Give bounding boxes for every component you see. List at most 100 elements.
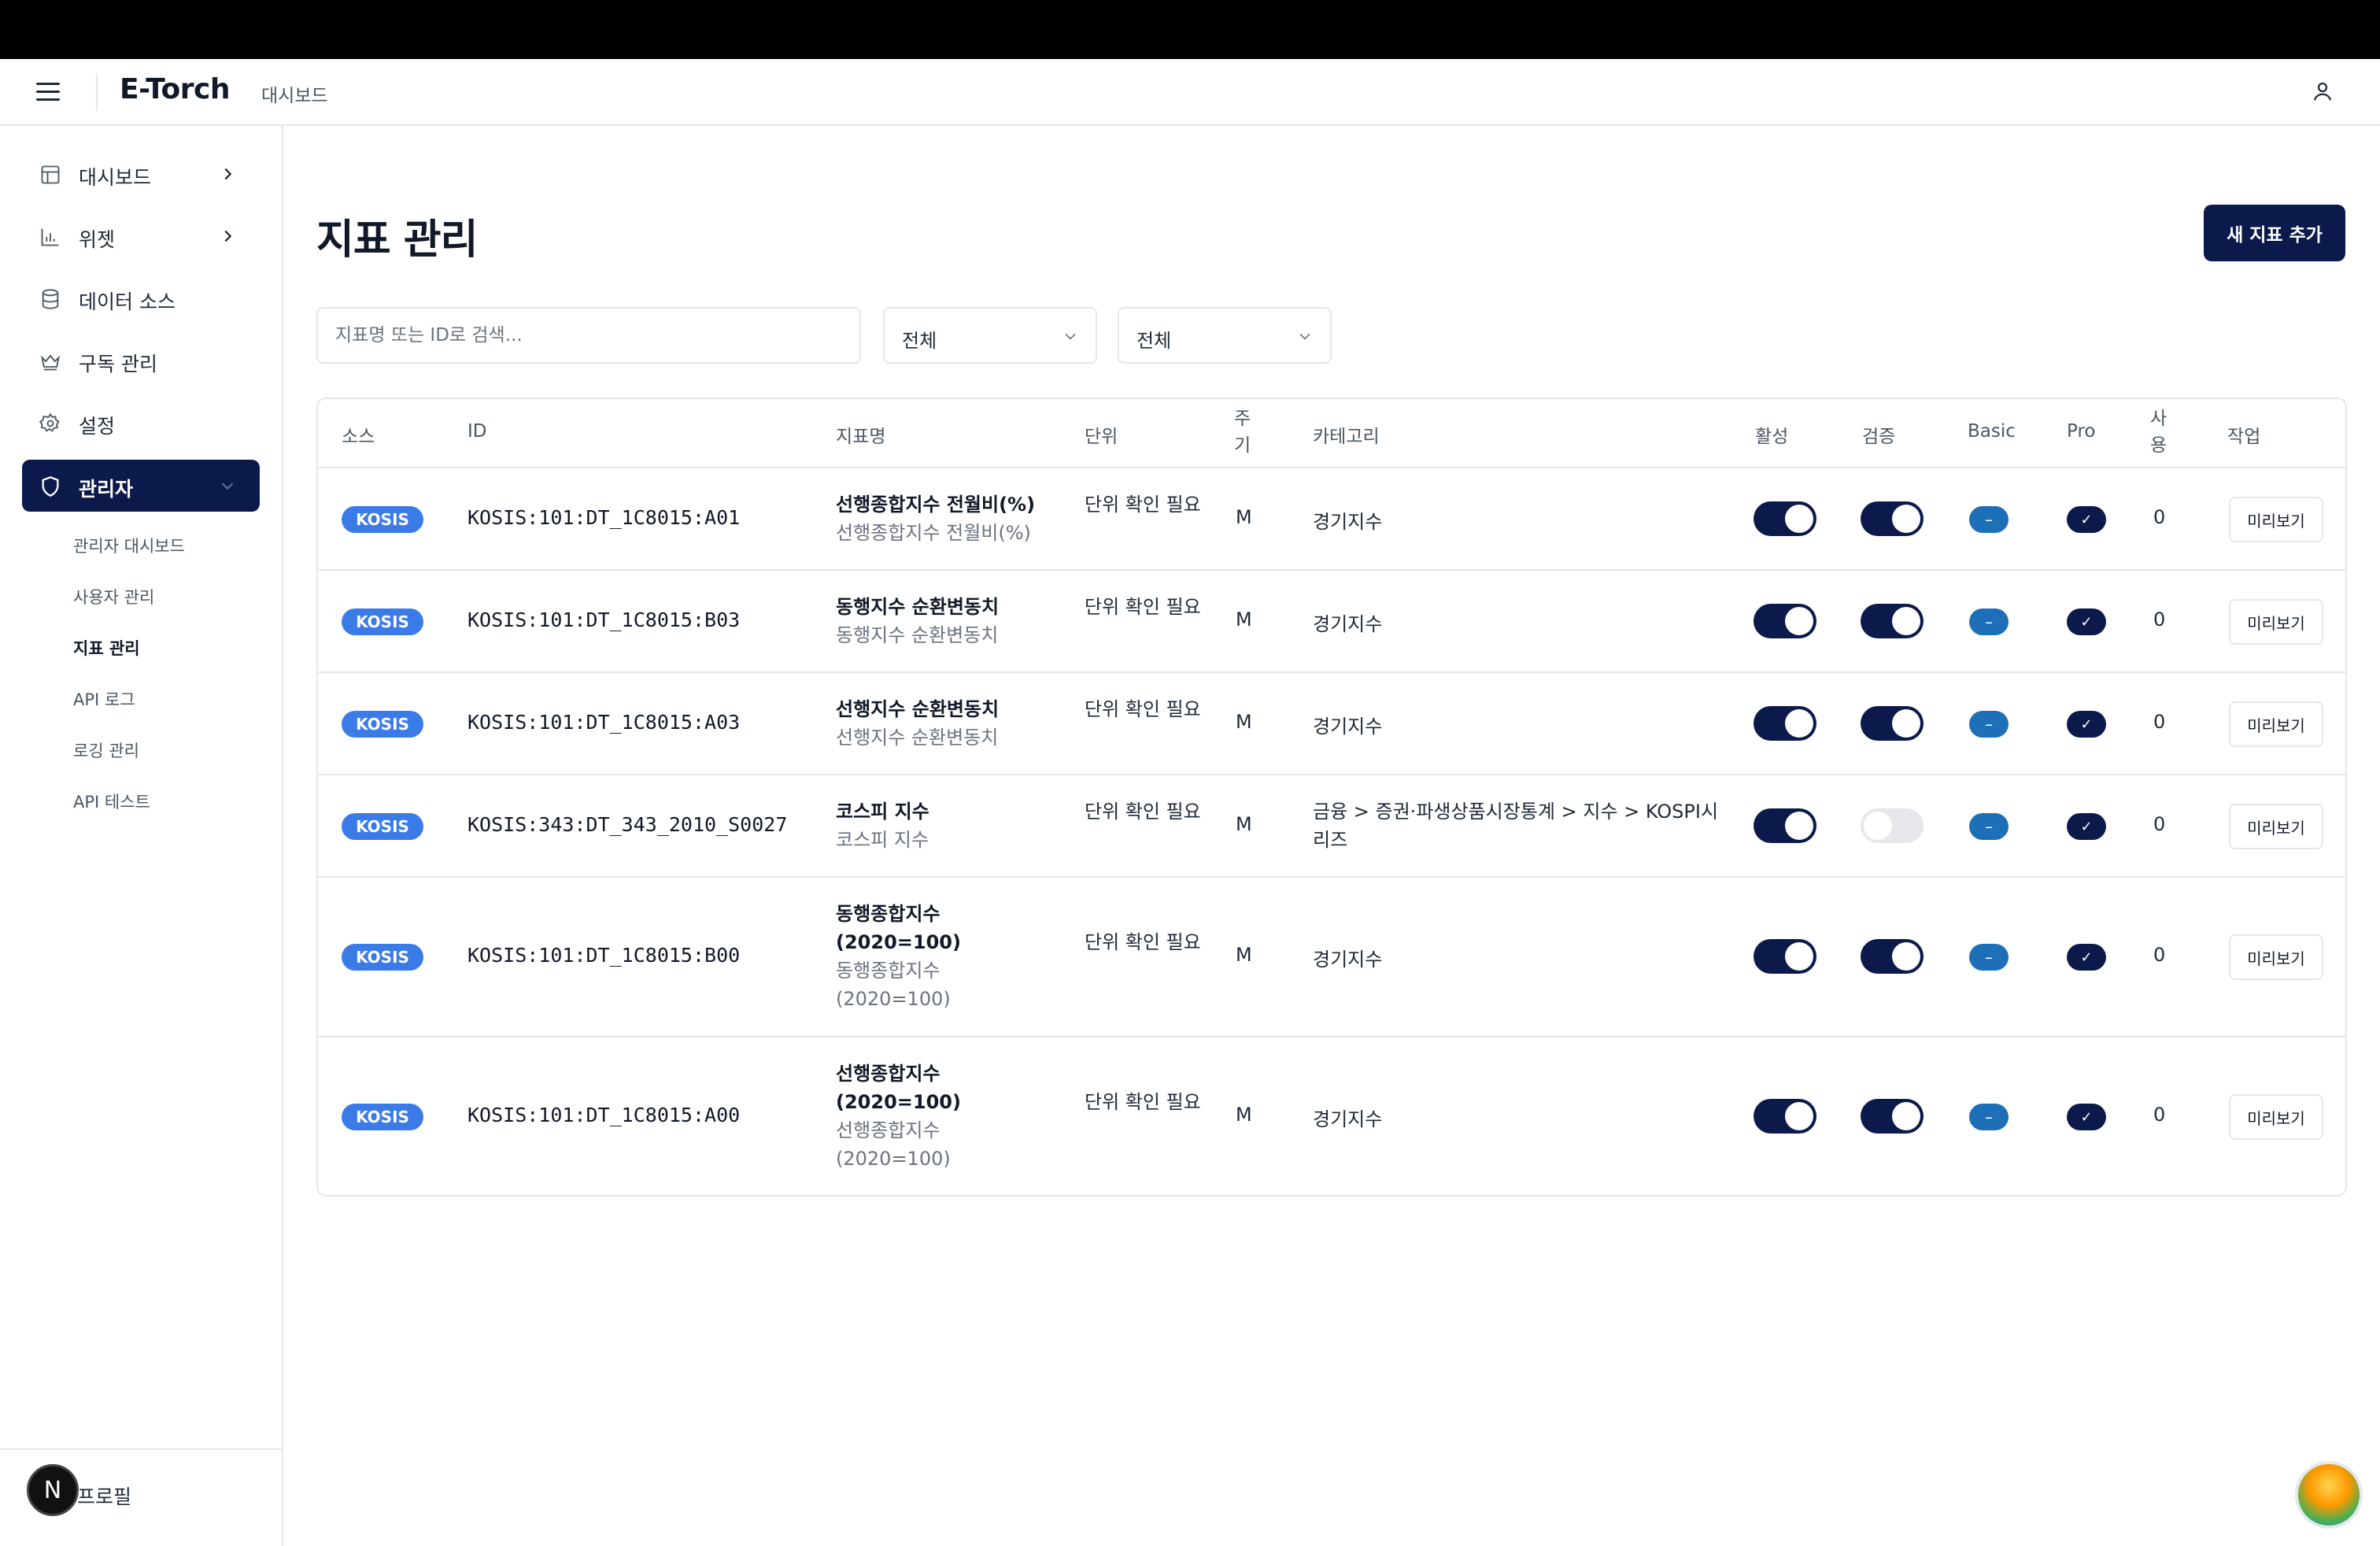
indicator-unit: 단위 확인 필요 — [1085, 698, 1201, 720]
app-logo[interactable]: E-Torch — [120, 73, 230, 105]
database-icon — [42, 289, 59, 309]
app-header: E-Torch 대시보드 — [0, 59, 2380, 126]
verified-toggle[interactable] — [1861, 501, 1924, 536]
table-row: KOSIS KOSIS:101:DT_1C8015:A00 선행종합지수(202… — [318, 1037, 2345, 1195]
preview-button[interactable]: 미리보기 — [2229, 701, 2323, 747]
layout-icon — [41, 165, 60, 184]
sidebar: 대시보드 위젯 데이터 소스 구독 관리 설정 관리자 관리자 대시보드 사용자… — [0, 126, 283, 1546]
indicator-unit: 단위 확인 필요 — [1085, 494, 1201, 516]
active-toggle[interactable] — [1754, 706, 1816, 741]
window-top-bar — [0, 0, 2380, 59]
active-toggle[interactable] — [1754, 501, 1816, 536]
pro-plan-badge[interactable]: ✓ — [2067, 1104, 2106, 1130]
table-row: KOSIS KOSIS:101:DT_1C8015:B00 동행종합지수(202… — [318, 878, 2345, 1037]
indicator-name: 코스피 지수 — [836, 801, 929, 823]
add-indicator-button[interactable]: 새 지표 추가 — [2204, 205, 2345, 261]
usage-count: 0 — [2153, 944, 2166, 966]
basic-plan-badge[interactable]: – — [1969, 813, 2009, 840]
source-filter-select[interactable]: 전체 — [883, 307, 1097, 364]
sidebar-item-label: 관리자 — [79, 478, 134, 501]
source-badge: KOSIS — [342, 944, 423, 971]
sidebar-item-subscription[interactable]: 구독 관리 — [22, 335, 260, 386]
chevron-right-icon — [224, 168, 232, 180]
sidebar-subitem-admin-dashboard[interactable]: 관리자 대시보드 — [73, 534, 185, 557]
verified-toggle[interactable] — [1861, 808, 1924, 843]
indicator-name-cell: 동행종합지수(2020=100) 동행종합지수(2020=100) — [836, 900, 1033, 1013]
pro-plan-badge[interactable]: ✓ — [2067, 608, 2106, 635]
source-badge: KOSIS — [342, 711, 423, 738]
user-icon[interactable] — [2311, 80, 2334, 103]
verified-toggle[interactable] — [1861, 939, 1924, 974]
basic-plan-badge[interactable]: – — [1969, 506, 2009, 533]
preview-button[interactable]: 미리보기 — [2229, 804, 2323, 849]
sidebar-item-dashboard[interactable]: 대시보드 — [22, 148, 260, 200]
indicator-category: 경기지수 — [1313, 511, 1383, 533]
verified-toggle[interactable] — [1861, 1099, 1924, 1134]
indicator-unit: 단위 확인 필요 — [1085, 801, 1201, 823]
chevron-right-icon — [224, 230, 232, 242]
assistant-avatar[interactable] — [2295, 1461, 2363, 1529]
basic-plan-badge[interactable]: – — [1969, 944, 2009, 971]
sidebar-item-widgets[interactable]: 위젯 — [22, 210, 260, 262]
sidebar-item-settings[interactable]: 설정 — [22, 397, 260, 449]
preview-button[interactable]: 미리보기 — [2229, 599, 2323, 645]
usage-count: 0 — [2153, 506, 2166, 528]
column-header-basic: Basic — [1968, 421, 2016, 442]
active-toggle[interactable] — [1754, 1099, 1816, 1134]
basic-plan-badge[interactable]: – — [1969, 711, 2009, 738]
status-filter-select[interactable]: 전체 — [1118, 307, 1332, 364]
pro-plan-badge[interactable]: ✓ — [2067, 944, 2106, 971]
indicator-name: 동행종합지수(2020=100) — [836, 903, 961, 953]
basic-plan-badge[interactable]: – — [1969, 1104, 2009, 1130]
sidebar-subitem-api-test[interactable]: API 테스트 — [73, 790, 150, 813]
source-filter-value: 전체 — [902, 330, 937, 352]
sidebar-subitem-logging-management[interactable]: 로깅 관리 — [73, 738, 139, 762]
crown-icon — [40, 354, 61, 371]
pro-plan-badge[interactable]: ✓ — [2067, 506, 2106, 533]
indicator-name-cell: 동행지수 순환변동치 동행지수 순환변동치 — [836, 593, 1064, 649]
indicator-name: 선행종합지수 전월비(%) — [836, 494, 1036, 516]
usage-count: 0 — [2153, 1104, 2166, 1126]
usage-count: 0 — [2153, 813, 2166, 835]
preview-button[interactable]: 미리보기 — [2229, 1094, 2323, 1140]
column-header-pro: Pro — [2067, 421, 2096, 442]
usage-count: 0 — [2153, 608, 2166, 631]
verified-toggle[interactable] — [1861, 706, 1924, 741]
menu-icon[interactable] — [36, 83, 60, 102]
indicator-table: 소스 ID 지표명 단위 주 기 카테고리 활성 검증 Basic Pro 사 … — [316, 398, 2347, 1196]
sidebar-item-admin[interactable]: 관리자 — [22, 460, 260, 512]
sidebar-subitem-indicator-management[interactable]: 지표 관리 — [73, 636, 140, 660]
active-toggle[interactable] — [1754, 604, 1816, 638]
header-breadcrumb[interactable]: 대시보드 — [261, 80, 328, 107]
profile-avatar[interactable]: N — [27, 1464, 79, 1516]
sidebar-subitem-user-management[interactable]: 사용자 관리 — [73, 585, 154, 608]
profile-label[interactable]: 프로필 — [77, 1481, 131, 1510]
indicator-name: 동행지수 순환변동치 — [836, 596, 1000, 618]
table-row: KOSIS KOSIS:101:DT_1C8015:B03 동행지수 순환변동치… — [318, 571, 2345, 673]
preview-button[interactable]: 미리보기 — [2229, 934, 2323, 980]
verified-toggle[interactable] — [1861, 604, 1924, 638]
sidebar-divider — [0, 1448, 282, 1450]
active-toggle[interactable] — [1754, 808, 1816, 843]
basic-plan-badge[interactable]: – — [1969, 608, 2009, 635]
chevron-down-icon — [1065, 333, 1076, 340]
source-badge: KOSIS — [342, 813, 423, 840]
indicator-period: M — [1236, 813, 1252, 835]
sidebar-item-data-source[interactable]: 데이터 소스 — [22, 272, 260, 324]
pro-plan-badge[interactable]: ✓ — [2067, 711, 2106, 738]
search-input[interactable] — [316, 307, 861, 364]
table-header: 소스 ID 지표명 단위 주 기 카테고리 활성 검증 Basic Pro 사 … — [318, 399, 2345, 468]
pro-plan-badge[interactable]: ✓ — [2067, 813, 2106, 840]
status-filter-value: 전체 — [1136, 330, 1172, 352]
sidebar-item-label: 설정 — [79, 415, 116, 438]
preview-button[interactable]: 미리보기 — [2229, 497, 2323, 542]
sidebar-item-label: 구독 관리 — [79, 353, 157, 375]
indicator-name: 선행지수 순환변동치 — [836, 698, 1000, 720]
indicator-category: 금융 > 증권·파생상품시장통계 > 지수 > KOSPI시리즈 — [1313, 801, 1719, 851]
sidebar-subitem-api-log[interactable]: API 로그 — [73, 687, 135, 711]
active-toggle[interactable] — [1754, 939, 1816, 974]
indicator-id: KOSIS:101:DT_1C8015:A03 — [468, 711, 741, 734]
indicator-category: 경기지수 — [1313, 716, 1383, 738]
indicator-name-cell: 선행지수 순환변동치 선행지수 순환변동치 — [836, 695, 1064, 752]
indicator-period: M — [1236, 1104, 1252, 1126]
